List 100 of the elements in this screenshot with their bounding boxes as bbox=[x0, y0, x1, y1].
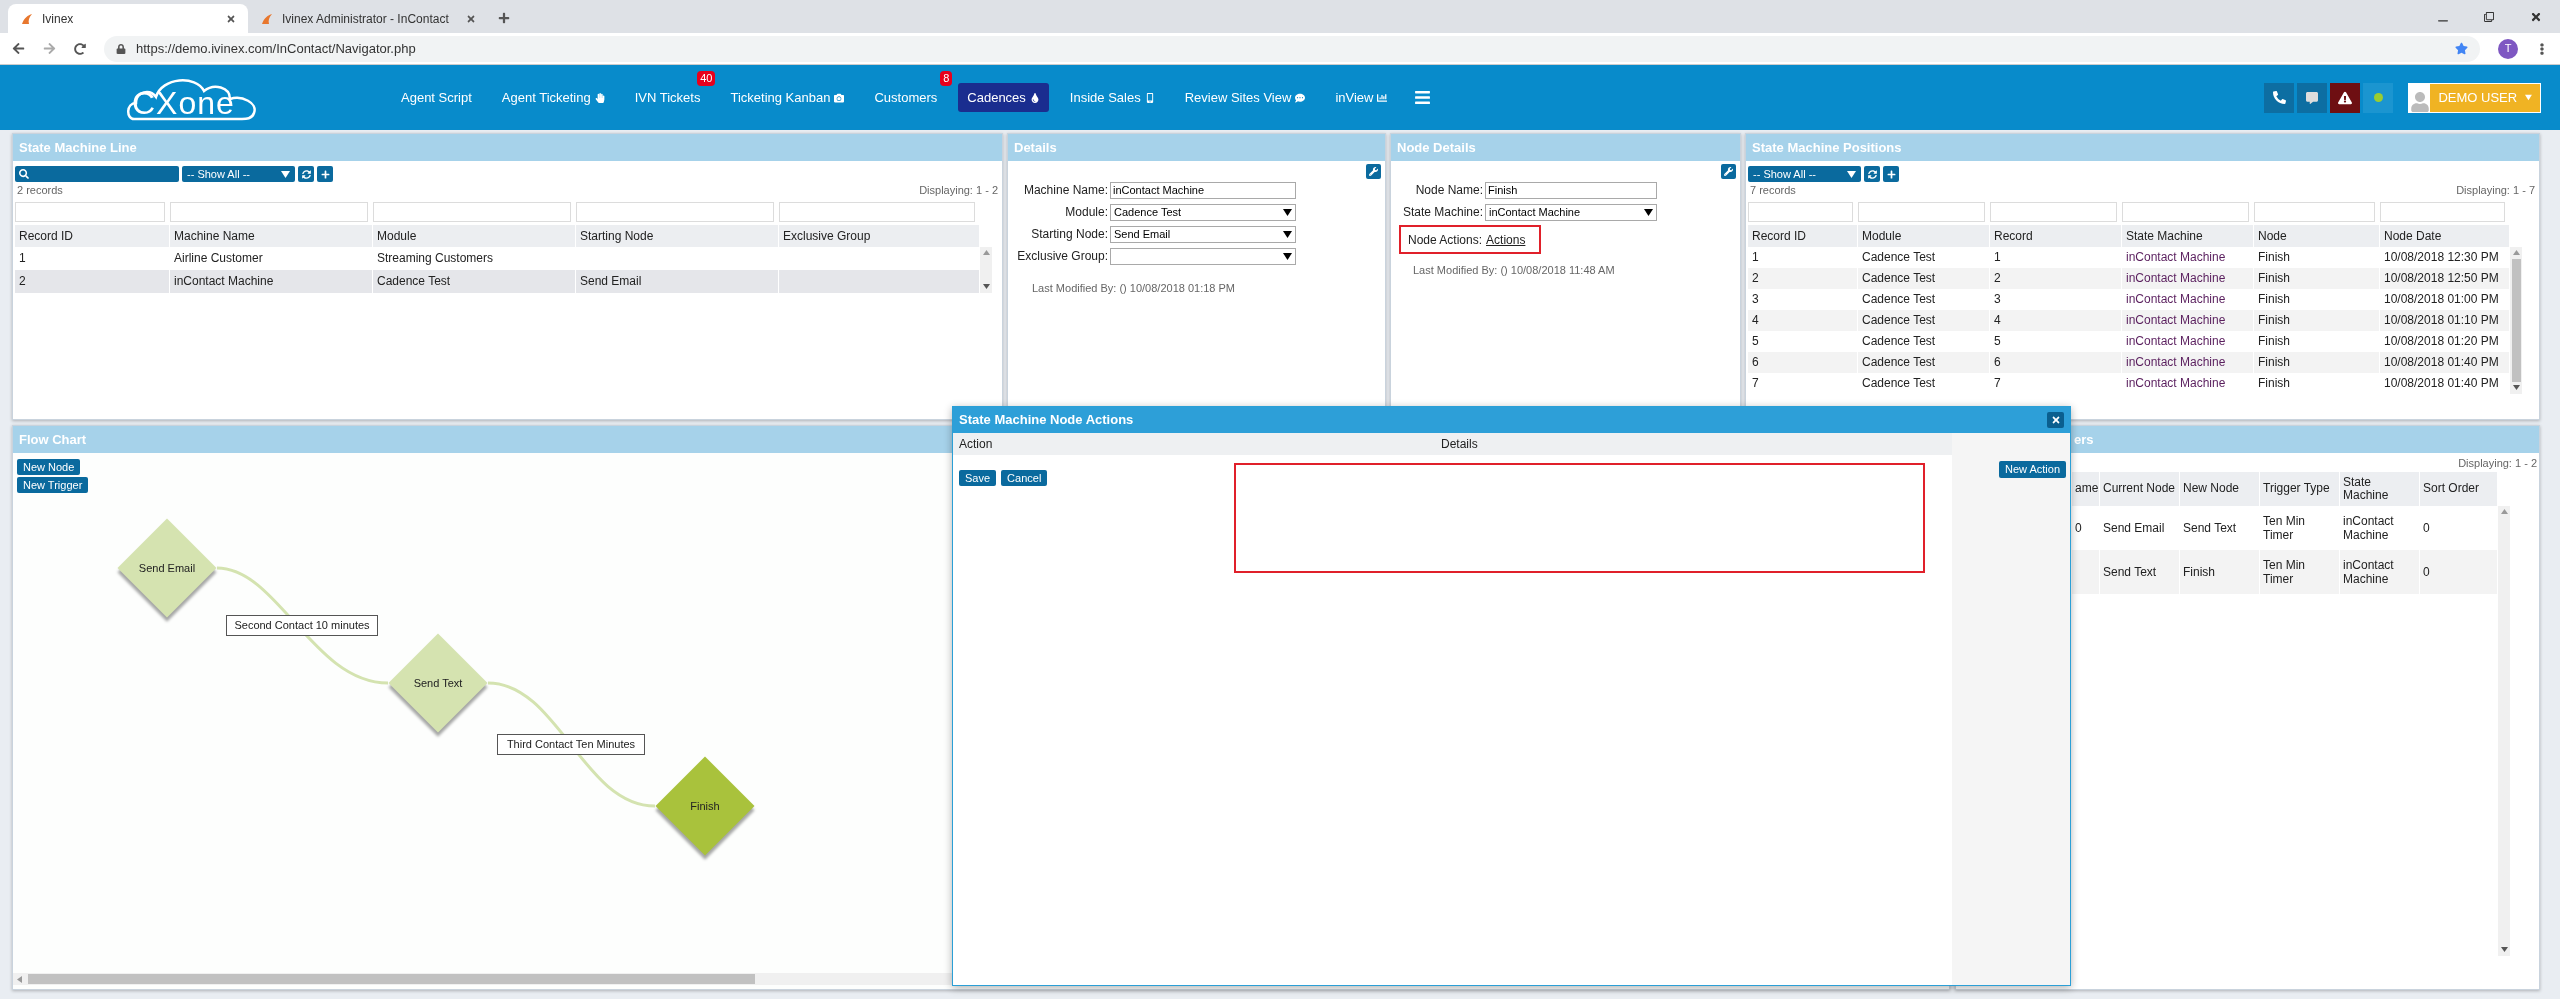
settings-button[interactable] bbox=[1366, 164, 1381, 179]
add-button[interactable] bbox=[317, 166, 333, 182]
chat-button[interactable] bbox=[2297, 82, 2327, 113]
toolbar-button[interactable]: New Trigger bbox=[17, 477, 89, 493]
column-header[interactable]: State Machine bbox=[2340, 471, 2420, 506]
filter-field[interactable] bbox=[2122, 201, 2249, 222]
new-action-button[interactable]: New Action bbox=[1998, 461, 2066, 478]
scrollbar[interactable] bbox=[2498, 505, 2510, 956]
phone-settings-button[interactable] bbox=[2264, 82, 2294, 113]
filter-select[interactable]: -- Show All -- bbox=[1748, 166, 1861, 182]
table-row[interactable]: 2 inContact Machine Cadence Test Send Email bbox=[15, 269, 980, 293]
filter-field[interactable] bbox=[1748, 201, 1853, 222]
column-header[interactable]: Machine Name bbox=[170, 224, 373, 247]
column-header[interactable]: Module bbox=[373, 224, 576, 247]
profile-avatar[interactable]: T bbox=[2498, 38, 2518, 59]
nav-item[interactable]: Ticketing Kanban bbox=[721, 83, 854, 112]
scrollbar[interactable] bbox=[980, 246, 992, 293]
nav-item[interactable]: Review Sites View bbox=[1175, 83, 1315, 112]
table-cell: Finish bbox=[2183, 564, 2215, 579]
address-field[interactable]: https://demo.ivinex.com/InContact/Navigator.php bbox=[104, 35, 2480, 62]
menu-icon[interactable] bbox=[1414, 89, 1432, 106]
table-row[interactable]: 4 Cadence Test 4 inContact Machine Finish 10/08/2018 01:10 PM bbox=[1748, 309, 2510, 331]
column-header[interactable]: Exclusive Group bbox=[779, 224, 980, 247]
new-tab-icon[interactable] bbox=[498, 12, 510, 24]
nav-item[interactable]: IVN Tickets bbox=[625, 83, 710, 112]
column-header[interactable]: Node bbox=[2254, 224, 2380, 247]
column-header[interactable]: Node Date bbox=[2380, 224, 2510, 247]
scroll-down-icon[interactable] bbox=[2500, 947, 2508, 952]
dialog-button[interactable]: Cancel bbox=[1001, 470, 1048, 486]
table-row[interactable]: Send Text Finish Ten Min Timer inContact Machine 0 bbox=[2072, 549, 2498, 594]
text-field[interactable]: Finish bbox=[1485, 181, 1657, 199]
filter-select[interactable]: -- Show All -- bbox=[182, 166, 295, 182]
select-field[interactable]: inContact Machine bbox=[1485, 203, 1657, 221]
column-header[interactable]: State Machine bbox=[2122, 224, 2254, 247]
browser-tab[interactable]: Ivinex bbox=[8, 4, 248, 33]
column-header[interactable]: Starting Node bbox=[576, 224, 779, 247]
select-field[interactable]: Send Email bbox=[1110, 225, 1296, 243]
table-cell-text: 7 bbox=[1752, 375, 1759, 392]
scroll-up-icon[interactable] bbox=[982, 250, 990, 255]
toolbar-button[interactable]: New Node bbox=[17, 459, 81, 475]
select-field[interactable] bbox=[1110, 247, 1296, 265]
search-field[interactable] bbox=[15, 166, 179, 182]
dialog-button[interactable]: Save bbox=[959, 470, 997, 486]
column-header[interactable]: Details bbox=[1435, 435, 1952, 453]
column-header[interactable]: Sort Order bbox=[2420, 471, 2498, 506]
column-header[interactable]: Current Node bbox=[2100, 471, 2180, 506]
filter-field[interactable] bbox=[170, 201, 368, 222]
column-header[interactable]: Record bbox=[1990, 224, 2122, 247]
add-button[interactable] bbox=[1883, 166, 1899, 182]
column-header[interactable]: Record ID bbox=[1748, 224, 1858, 247]
nav-item[interactable]: Agent Ticketing bbox=[492, 83, 614, 112]
filter-field[interactable] bbox=[15, 201, 165, 222]
select-field[interactable]: Cadence Test bbox=[1110, 203, 1296, 221]
reload-icon[interactable] bbox=[74, 42, 86, 55]
scroll-up-icon[interactable] bbox=[2500, 509, 2508, 514]
table-row[interactable]: 2 Cadence Test 2 inContact Machine Finish 10/08/2018 12:50 PM bbox=[1748, 267, 2510, 289]
column-header[interactable]: Module bbox=[1858, 224, 1990, 247]
close-button[interactable] bbox=[2047, 412, 2064, 428]
alert-button[interactable] bbox=[2330, 82, 2360, 113]
text-field[interactable]: inContact Machine bbox=[1110, 181, 1296, 199]
filter-field[interactable] bbox=[2380, 201, 2505, 222]
filter-field[interactable] bbox=[2254, 201, 2375, 222]
column-header[interactable]: New Node bbox=[2180, 471, 2260, 506]
nav-item[interactable]: Customers bbox=[865, 83, 947, 112]
filter-field[interactable] bbox=[1990, 201, 2117, 222]
column-header[interactable]: Record ID bbox=[15, 224, 170, 247]
forward-icon[interactable] bbox=[43, 42, 56, 55]
edge-label[interactable]: Third Contact Ten Minutes bbox=[497, 734, 645, 755]
field-label: Node Actions: bbox=[1408, 231, 1483, 249]
nav-item[interactable]: Agent Script bbox=[392, 83, 481, 112]
nav-item[interactable]: inView bbox=[1326, 83, 1397, 112]
table-cell-text: Send Email bbox=[580, 273, 642, 290]
refresh-button[interactable] bbox=[298, 166, 314, 182]
browser-tab[interactable]: Ivinex Administrator - InContact bbox=[248, 4, 488, 33]
scroll-down-icon[interactable] bbox=[982, 284, 990, 289]
filter-field[interactable] bbox=[779, 201, 975, 222]
nav-item[interactable]: Cadences bbox=[958, 83, 1049, 112]
close-icon[interactable] bbox=[2530, 10, 2542, 23]
nav-item[interactable]: Inside Sales bbox=[1060, 83, 1164, 112]
table-row[interactable]: 6 Cadence Test 6 inContact Machine Finish 10/08/2018 01:40 PM bbox=[1748, 351, 2510, 373]
column-header[interactable]: Action bbox=[953, 435, 1435, 453]
column-header[interactable]: ame bbox=[2072, 471, 2100, 506]
back-icon[interactable] bbox=[12, 42, 25, 55]
actions-link[interactable]: Actions bbox=[1486, 230, 1526, 249]
displaying-count: Displaying: 1 - 2 bbox=[919, 183, 998, 198]
column-header[interactable]: Trigger Type bbox=[2260, 471, 2340, 506]
refresh-button[interactable] bbox=[1864, 166, 1880, 182]
close-tab-icon[interactable] bbox=[466, 13, 476, 24]
edge-label[interactable]: Second Contact 10 minutes bbox=[226, 615, 378, 636]
settings-button[interactable] bbox=[1721, 164, 1736, 179]
star-icon[interactable] bbox=[2455, 42, 2468, 55]
scroll-up-icon[interactable] bbox=[2512, 250, 2520, 255]
filter-field[interactable] bbox=[373, 201, 571, 222]
scroll-left-icon[interactable] bbox=[17, 975, 22, 983]
filter-field[interactable] bbox=[576, 201, 774, 222]
scrollbar[interactable] bbox=[2510, 246, 2522, 394]
close-tab-icon[interactable] bbox=[226, 13, 236, 24]
filter-field[interactable] bbox=[1858, 201, 1985, 222]
restore-icon[interactable] bbox=[2484, 11, 2494, 22]
scroll-down-icon[interactable] bbox=[2512, 385, 2520, 390]
